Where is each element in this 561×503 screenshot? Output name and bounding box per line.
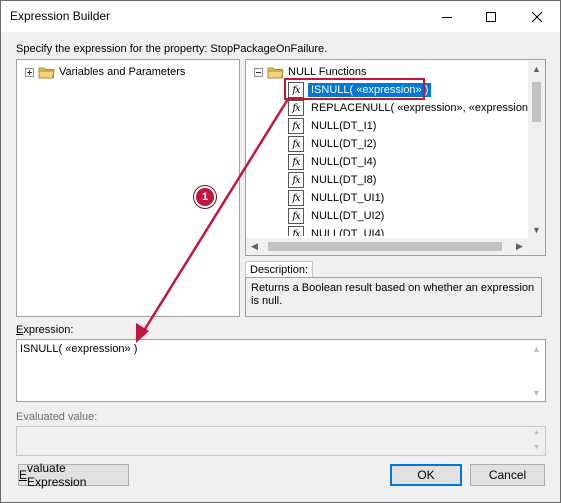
- annotation-arrow: [136, 98, 290, 343]
- callout-badge: 1: [194, 186, 216, 208]
- expression-builder-window: Expression Builder Specify the expressio…: [0, 0, 561, 503]
